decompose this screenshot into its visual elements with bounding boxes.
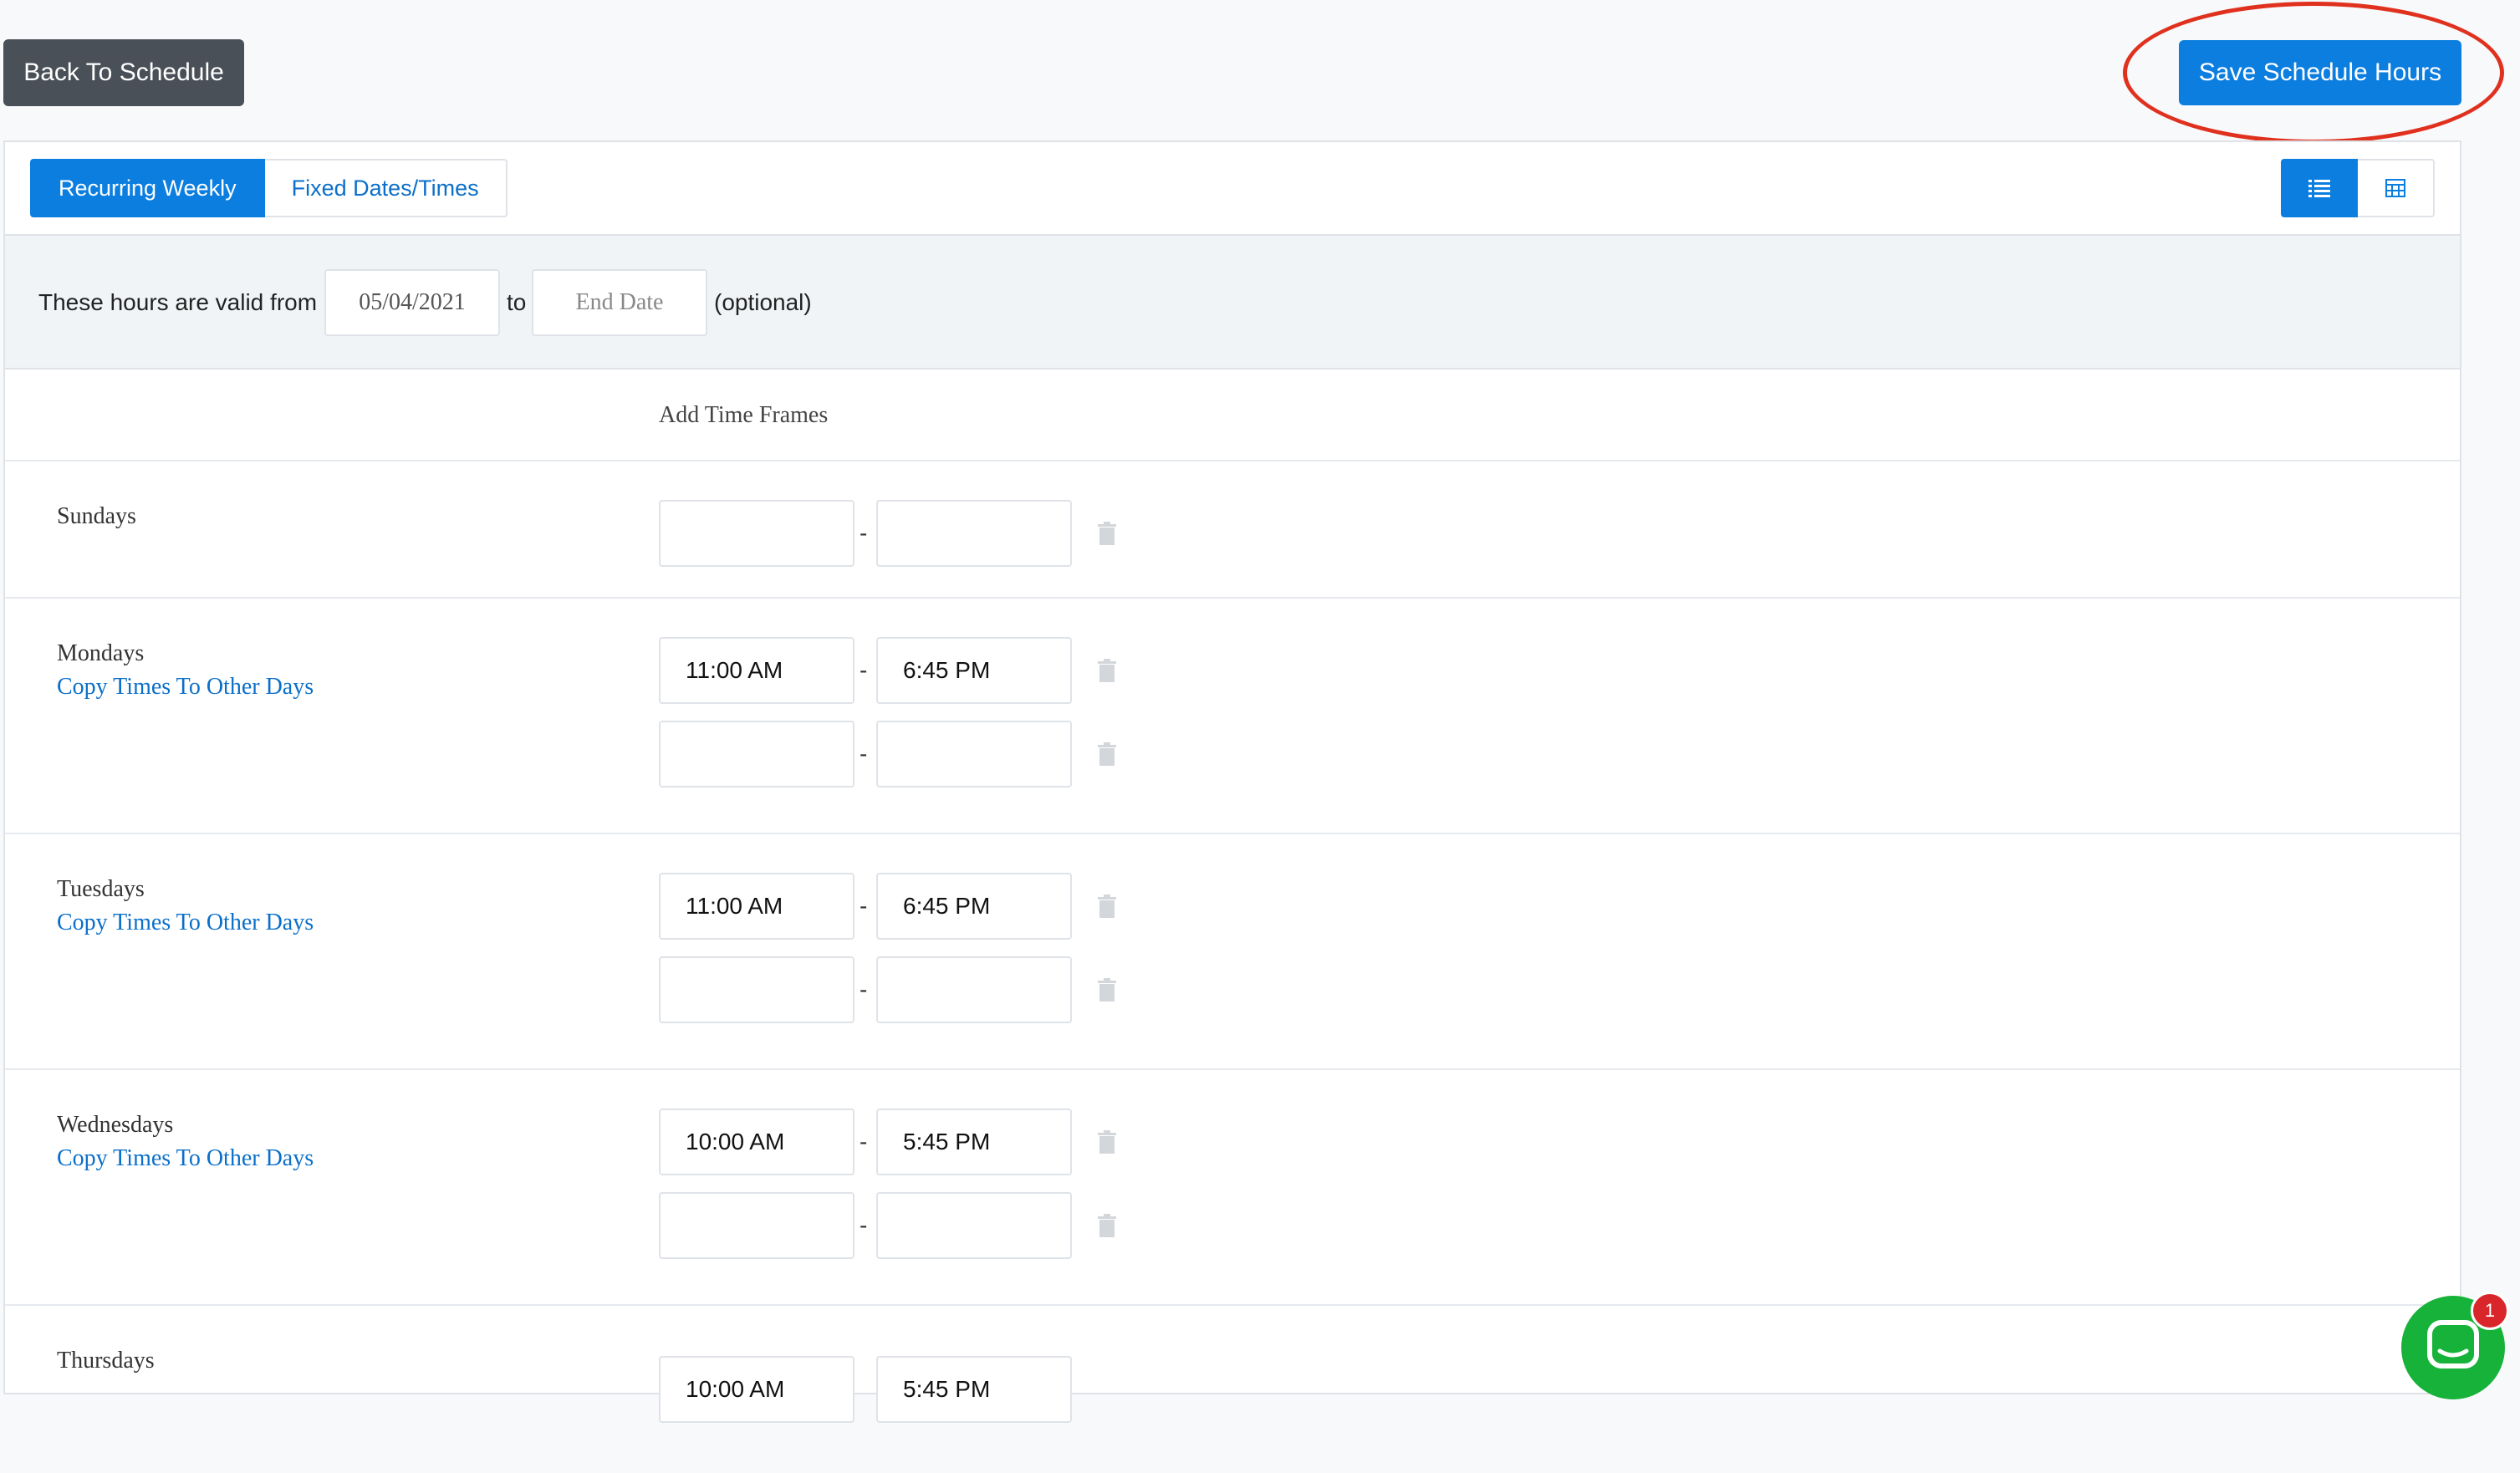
day-row-thursdays: Thursdays 10:00 AM 5:45 PM — [5, 1306, 2460, 1473]
end-time-input[interactable] — [876, 1192, 1072, 1259]
end-time-input[interactable]: 5:45 PM — [876, 1356, 1072, 1423]
start-time-input[interactable] — [659, 956, 854, 1023]
valid-from-label: These hours are valid from — [38, 289, 318, 315]
day-name: Mondays — [57, 640, 145, 666]
start-time-input[interactable] — [659, 721, 854, 787]
time-separator: - — [860, 1129, 868, 1154]
list-view-button[interactable] — [2281, 159, 2358, 217]
start-time-input[interactable] — [659, 1192, 854, 1259]
copy-times-link[interactable]: Copy Times To Other Days — [57, 1145, 314, 1172]
start-time-input[interactable]: 11:00 AM — [659, 873, 854, 940]
trash-icon[interactable] — [1097, 1214, 1117, 1237]
time-separator: - — [860, 520, 868, 546]
copy-times-link[interactable]: Copy Times To Other Days — [57, 674, 314, 701]
time-separator: - — [860, 976, 868, 1002]
trash-icon[interactable] — [1097, 895, 1117, 918]
time-frames-header: Add Time Frames — [5, 370, 2460, 461]
start-time-input[interactable]: 11:00 AM — [659, 637, 854, 704]
table-grid-icon — [2385, 179, 2405, 197]
trash-icon[interactable] — [1097, 522, 1117, 545]
day-name: Wednesdays — [57, 1112, 174, 1138]
save-schedule-hours-button[interactable]: Save Schedule Hours — [2179, 40, 2461, 105]
start-time-input[interactable]: 10:00 AM — [659, 1109, 854, 1175]
list-icon — [2308, 180, 2330, 197]
end-time-input[interactable] — [876, 500, 1072, 567]
start-time-input[interactable]: 10:00 AM — [659, 1356, 854, 1423]
day-row-wednesdays: Wednesdays Copy Times To Other Days 10:0… — [5, 1070, 2460, 1306]
optional-label: (optional) — [714, 289, 812, 315]
time-separator: - — [860, 741, 868, 767]
start-time-input[interactable] — [659, 500, 854, 567]
day-row-mondays: Mondays Copy Times To Other Days 11:00 A… — [5, 599, 2460, 834]
view-toggle — [2281, 159, 2435, 217]
end-time-input[interactable]: 6:45 PM — [876, 873, 1072, 940]
panel-header: Recurring Weekly Fixed Dates/Times — [5, 142, 2460, 236]
validity-range-row: These hours are valid from 05/04/2021 to… — [5, 236, 2460, 370]
trash-icon[interactable] — [1097, 978, 1117, 1002]
trash-icon[interactable] — [1097, 659, 1117, 682]
grid-view-button[interactable] — [2358, 159, 2435, 217]
trash-icon[interactable] — [1097, 742, 1117, 766]
day-name: Thursdays — [57, 1348, 155, 1374]
copy-times-link[interactable]: Copy Times To Other Days — [57, 910, 314, 936]
schedule-type-tabs: Recurring Weekly Fixed Dates/Times — [30, 159, 508, 217]
time-separator: - — [860, 657, 868, 683]
end-time-input[interactable]: 5:45 PM — [876, 1109, 1072, 1175]
start-date-input[interactable]: 05/04/2021 — [324, 269, 500, 336]
trash-icon[interactable] — [1097, 1130, 1117, 1154]
end-time-input[interactable] — [876, 721, 1072, 787]
tab-recurring-weekly[interactable]: Recurring Weekly — [30, 159, 265, 217]
day-name: Sundays — [57, 503, 136, 529]
day-row-tuesdays: Tuesdays Copy Times To Other Days 11:00 … — [5, 834, 2460, 1070]
back-to-schedule-button[interactable]: Back To Schedule — [3, 39, 244, 106]
end-time-input[interactable] — [876, 956, 1072, 1023]
schedule-panel: Recurring Weekly Fixed Dates/Times These… — [3, 140, 2461, 1423]
add-time-frames-title: Add Time Frames — [659, 402, 829, 428]
tab-fixed-dates-times[interactable]: Fixed Dates/Times — [264, 159, 508, 217]
end-time-input[interactable]: 6:45 PM — [876, 637, 1072, 704]
time-separator: - — [860, 1212, 868, 1238]
day-row-sundays: Sundays - — [5, 461, 2460, 599]
end-date-input[interactable]: End Date — [532, 269, 707, 336]
top-toolbar: Back To Schedule Save Schedule Hours — [0, 0, 2520, 144]
time-separator: - — [860, 893, 868, 919]
day-name: Tuesdays — [57, 876, 145, 902]
notification-badge: 1 — [2471, 1292, 2509, 1330]
to-label: to — [507, 289, 527, 315]
